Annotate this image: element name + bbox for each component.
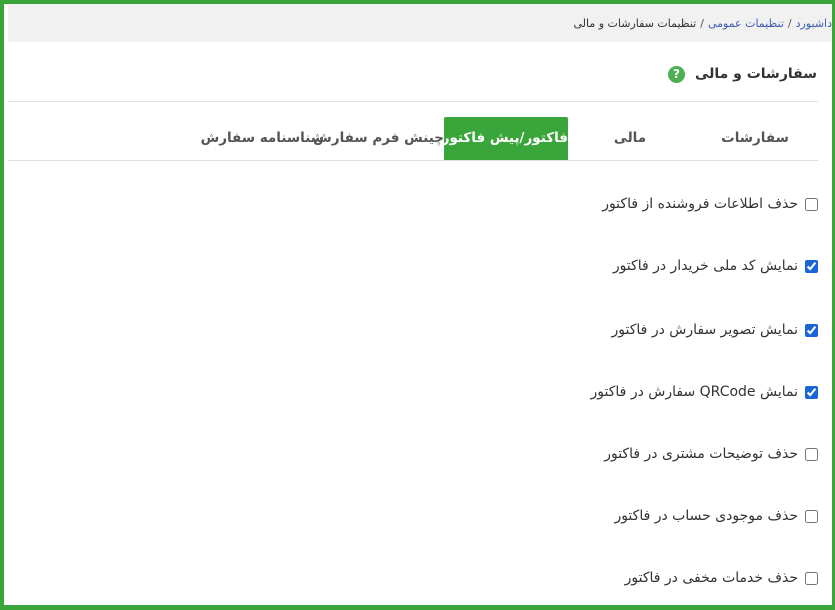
breadcrumb-separator: /: [787, 17, 792, 30]
breadcrumb-dashboard-link[interactable]: داشبورد: [796, 17, 832, 30]
breadcrumb-general-settings-link[interactable]: تنظیمات عمومی: [708, 17, 784, 30]
breadcrumb-current: تنظیمات سفارشات و مالی: [573, 17, 697, 30]
invoice-options-list: حذف اطلاعات فروشنده از فاکتور نمایش کد م…: [591, 191, 818, 605]
tab-order-profile[interactable]: شناسنامه سفارش: [201, 117, 324, 160]
show-order-image-checkbox[interactable]: [805, 323, 818, 337]
option-label: حذف موجودی حساب در فاکتور: [614, 508, 798, 524]
tabs-divider: [8, 160, 818, 161]
remove-seller-info-checkbox[interactable]: [805, 197, 818, 211]
page-title: سفارشات و مالی: [694, 66, 817, 82]
app-frame: داشبورد/تنظیمات عمومی/تنظیمات سفارشات و …: [0, 0, 835, 610]
settings-tabs: سفارشات مالی فاکتور/پیش فاکتور چینش فرم …: [201, 117, 818, 160]
breadcrumb-bar: داشبورد/تنظیمات عمومی/تنظیمات سفارشات و …: [8, 4, 832, 42]
breadcrumb: داشبورد/تنظیمات عمومی/تنظیمات سفارشات و …: [573, 17, 832, 30]
option-label: نمایش QRCode سفارش در فاکتور: [590, 384, 798, 400]
tab-financial[interactable]: مالی: [568, 117, 692, 160]
option-show-order-image[interactable]: نمایش تصویر سفارش در فاکتور: [612, 317, 818, 343]
option-remove-customer-notes[interactable]: حذف توضیحات مشتری در فاکتور: [604, 441, 818, 467]
remove-customer-notes-checkbox[interactable]: [805, 447, 818, 461]
option-show-order-qrcode[interactable]: نمایش QRCode سفارش در فاکتور: [591, 379, 818, 405]
tab-order-form-layout[interactable]: چینش فرم سفارش: [313, 117, 444, 160]
tab-invoice[interactable]: فاکتور/پیش فاکتور: [442, 117, 568, 160]
option-remove-account-balance[interactable]: حذف موجودی حساب در فاکتور: [614, 503, 818, 529]
show-order-qrcode-checkbox[interactable]: [805, 385, 818, 399]
option-label: حذف توضیحات مشتری در فاکتور: [604, 446, 798, 462]
option-label: نمایش کد ملی خریدار در فاکتور: [612, 258, 798, 274]
option-show-buyer-national-code[interactable]: نمایش کد ملی خریدار در فاکتور: [613, 253, 818, 279]
option-label: نمایش تصویر سفارش در فاکتور: [611, 322, 798, 338]
option-label: حذف اطلاعات فروشنده از فاکتور: [602, 196, 798, 212]
tab-orders[interactable]: سفارشات: [692, 117, 818, 160]
option-remove-hidden-services[interactable]: حذف خدمات مخفی در فاکتور: [625, 565, 818, 591]
option-remove-seller-info[interactable]: حذف اطلاعات فروشنده از فاکتور: [602, 191, 818, 217]
remove-hidden-services-checkbox[interactable]: [805, 571, 818, 585]
option-label: حذف خدمات مخفی در فاکتور: [624, 570, 798, 586]
remove-account-balance-checkbox[interactable]: [805, 509, 818, 523]
show-buyer-national-code-checkbox[interactable]: [805, 259, 818, 273]
header-divider: [8, 101, 818, 102]
page-header: سفارشات و مالی ?: [667, 62, 817, 86]
breadcrumb-separator: /: [700, 17, 704, 30]
help-icon[interactable]: ?: [667, 65, 685, 83]
